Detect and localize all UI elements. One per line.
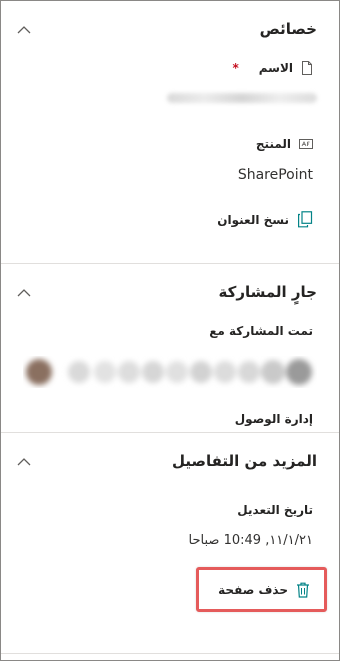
details-title: المزيد من التفاصيل [171, 452, 317, 470]
name-value-redacted [167, 93, 317, 103]
trash-icon [296, 582, 310, 598]
product-value: SharePoint [237, 167, 313, 183]
copy-icon [297, 211, 313, 228]
manage-access-link[interactable]: إدارة الوصول [1, 408, 339, 430]
name-field-label: الاسم * [1, 57, 339, 79]
details-header[interactable]: المزيد من التفاصيل [1, 433, 339, 489]
required-marker: * [232, 61, 239, 75]
copy-title-label: نسخ العنوان [217, 212, 289, 227]
delete-page-button[interactable]: حذف صفحة [196, 567, 327, 612]
copy-title-button[interactable]: نسخ العنوان [1, 211, 339, 228]
shared-with-label: تمت المشاركة مع [209, 324, 313, 338]
name-value-field[interactable] [1, 93, 339, 103]
name-label: الاسم [258, 61, 293, 75]
text-field-icon [299, 139, 313, 149]
avatars-redacted [26, 359, 312, 385]
modified-label: تاريخ التعديل [237, 503, 313, 517]
sharing-title: جارٍ المشاركة [218, 283, 317, 301]
product-label: المنتج [255, 137, 291, 151]
delete-page-label: حذف صفحة [218, 582, 288, 597]
sharing-section: جارٍ المشاركة تمت المشاركة مع إدارة الوص… [1, 264, 339, 433]
properties-title: خصائص [259, 20, 317, 38]
page-details-pane: خصائص الاسم * المنتج SharePoint نسخ العن… [0, 0, 340, 661]
properties-header[interactable]: خصائص [1, 1, 339, 57]
properties-section: خصائص الاسم * المنتج SharePoint نسخ العن… [1, 1, 339, 264]
product-field-label: المنتج [1, 133, 339, 155]
chevron-up-icon[interactable] [15, 20, 33, 38]
sharing-header[interactable]: جارٍ المشاركة [1, 264, 339, 320]
modified-value: ١١/١/٢١, 10:49 صباحا [188, 533, 313, 548]
details-section: المزيد من التفاصيل تاريخ التعديل ١١/١/٢١… [1, 433, 339, 654]
chevron-up-icon[interactable] [15, 452, 33, 470]
chevron-up-icon[interactable] [15, 283, 33, 301]
shared-with-avatars[interactable] [1, 350, 339, 394]
document-icon [301, 61, 313, 75]
